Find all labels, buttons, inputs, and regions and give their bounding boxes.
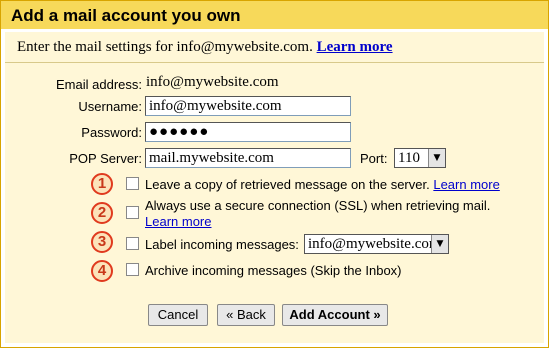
username-field[interactable]: info@mywebsite.com: [145, 96, 351, 116]
label-incoming-label: Label incoming messages:: [145, 237, 299, 252]
intro-text: Enter the mail settings for info@mywebsi…: [17, 39, 313, 55]
ssl-learn-more-link[interactable]: Learn more: [145, 214, 211, 229]
divider: [5, 62, 544, 63]
email-value: info@mywebsite.com: [146, 74, 279, 90]
step-badge-4: 4: [91, 260, 113, 282]
ssl-checkbox[interactable]: [126, 206, 139, 219]
password-label: Password:: [81, 125, 142, 140]
port-select-value: 110: [398, 150, 420, 166]
archive-label: Archive incoming messages (Skip the Inbo…: [145, 263, 402, 278]
cancel-button[interactable]: Cancel: [148, 304, 208, 326]
add-mail-account-dialog: Add a mail account you own Enter the mai…: [0, 0, 549, 348]
dialog-title: Add a mail account you own: [11, 6, 241, 25]
dialog-title-bar: Add a mail account you own: [1, 1, 548, 29]
ssl-label: Always use a secure connection (SSL) whe…: [145, 198, 491, 213]
leave-copy-checkbox[interactable]: [126, 177, 139, 190]
settings-panel: Enter the mail settings for info@mywebsi…: [5, 32, 544, 343]
email-label: Email address:: [56, 77, 142, 92]
step-badge-1: 1: [91, 173, 113, 195]
label-incoming-select[interactable]: info@mywebsite.com ▼: [304, 234, 449, 254]
label-incoming-select-value: info@mywebsite.com: [308, 236, 441, 252]
pop-server-label: POP Server:: [69, 151, 142, 166]
archive-checkbox[interactable]: [126, 263, 139, 276]
label-incoming-checkbox[interactable]: [126, 237, 139, 250]
username-label: Username:: [78, 99, 142, 114]
port-label: Port:: [360, 151, 388, 166]
back-button[interactable]: « Back: [217, 304, 275, 326]
step-badge-3: 3: [91, 231, 113, 253]
port-select[interactable]: 110 ▼: [394, 148, 446, 168]
pop-server-field[interactable]: mail.mywebsite.com: [145, 148, 351, 168]
step-badge-2: 2: [91, 202, 113, 224]
leave-copy-option: Leave a copy of retrieved message on the…: [145, 177, 500, 192]
leave-copy-label: Leave a copy of retrieved message on the…: [145, 177, 430, 192]
intro-line: Enter the mail settings for info@mywebsi…: [17, 39, 393, 56]
chevron-down-icon: ▼: [431, 235, 448, 253]
leave-copy-learn-more-link[interactable]: Learn more: [433, 177, 499, 192]
chevron-down-icon: ▼: [428, 149, 445, 167]
intro-learn-more-link[interactable]: Learn more: [317, 39, 393, 55]
add-account-button[interactable]: Add Account »: [282, 304, 388, 326]
password-field[interactable]: ●●●●●●: [145, 122, 351, 142]
